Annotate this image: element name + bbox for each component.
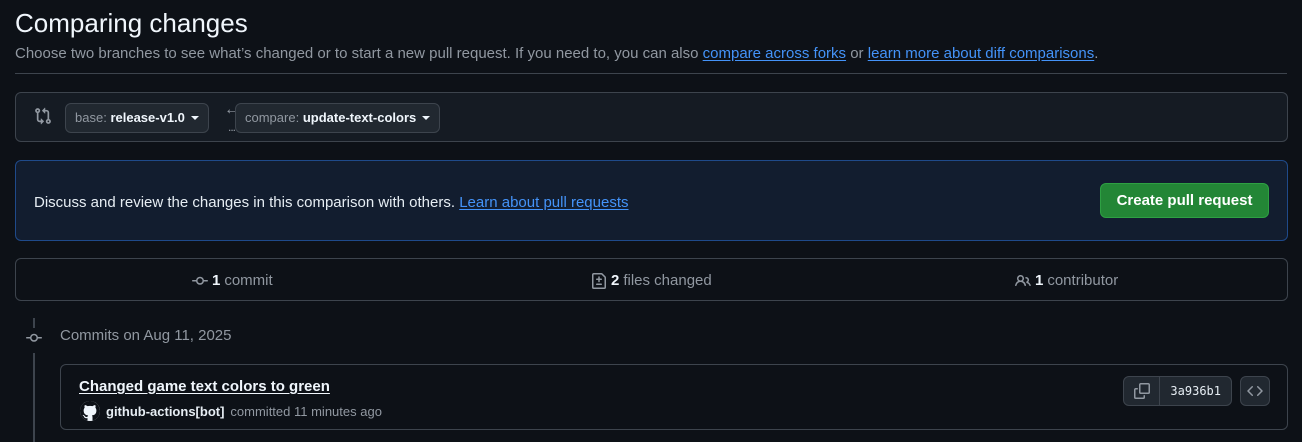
commit-node-icon	[24, 328, 44, 353]
compare-prefix: compare:	[245, 110, 300, 125]
files-count: 2	[611, 272, 620, 289]
base-prefix: base:	[75, 110, 107, 125]
commit-sha-link[interactable]: 3a936b1	[1160, 377, 1231, 405]
commit-action: committed 11 minutes ago	[230, 403, 382, 419]
learn-diff-comparisons-link[interactable]: learn more about diff comparisons	[868, 45, 1095, 62]
subtitle-text: Choose two branches to see what’s change…	[15, 45, 703, 62]
subtitle-or: or	[846, 45, 868, 62]
files-stat[interactable]: 2 files changed	[591, 272, 712, 289]
commit-author[interactable]: github-actions[bot]	[106, 404, 224, 419]
commits-date-heading: Commits on Aug 11, 2025	[60, 327, 232, 344]
contributors-label: contributor	[1047, 272, 1119, 289]
contributors-count: 1	[1035, 272, 1044, 289]
learn-pull-requests-link[interactable]: Learn about pull requests	[459, 194, 628, 211]
comparison-stats: 1 commit 2 files changed 1 contributor	[15, 258, 1288, 301]
base-branch-select[interactable]: base: release-v1.0	[65, 103, 209, 133]
flash-text: Discuss and review the changes in this c…	[34, 194, 456, 211]
contributors-stat[interactable]: 1 contributor	[1015, 272, 1118, 289]
divider	[15, 73, 1287, 74]
compare-branch-name: update-text-colors	[302, 110, 417, 125]
commit-title-link[interactable]: Changed game text colors to green	[79, 378, 330, 395]
code-icon	[1247, 385, 1263, 397]
commit-meta: github-actions[bot] committed 11 minutes…	[80, 401, 382, 421]
create-pull-request-button[interactable]: Create pull request	[1100, 183, 1269, 218]
commits-label: commit	[224, 272, 273, 289]
people-icon	[1015, 274, 1031, 286]
git-commit-icon	[192, 276, 208, 285]
caret-down-icon	[190, 115, 199, 120]
github-mark-icon	[80, 401, 100, 421]
flash-message: Discuss and review the changes in this c…	[34, 194, 629, 211]
avatar[interactable]	[80, 401, 100, 421]
page-subtitle: Choose two branches to see what’s change…	[15, 45, 1098, 62]
git-compare-icon[interactable]	[34, 107, 52, 130]
base-branch-name: release-v1.0	[110, 110, 185, 125]
commits-stat[interactable]: 1 commit	[192, 272, 273, 289]
range-dots: ...	[228, 120, 236, 134]
compare-across-forks-link[interactable]: compare across forks	[703, 45, 846, 62]
subtitle-period: .	[1094, 45, 1099, 62]
copy-icon	[1133, 383, 1150, 399]
files-label: files changed	[623, 272, 712, 289]
pull-request-flash: Discuss and review the changes in this c…	[15, 160, 1288, 241]
file-diff-icon	[592, 272, 606, 289]
copy-sha-button[interactable]	[1124, 377, 1161, 405]
compare-branch-select[interactable]: compare: update-text-colors	[235, 103, 441, 133]
commits-count: 1	[212, 272, 221, 289]
commit-list-item: Changed game text colors to green github…	[60, 364, 1288, 430]
browse-repo-button[interactable]	[1240, 376, 1270, 406]
range-editor: base: release-v1.0 ← ... compare: update…	[15, 92, 1288, 142]
caret-down-icon	[422, 115, 431, 120]
sha-button-group: 3a936b1	[1123, 376, 1232, 406]
page-title: Comparing changes	[15, 8, 248, 38]
